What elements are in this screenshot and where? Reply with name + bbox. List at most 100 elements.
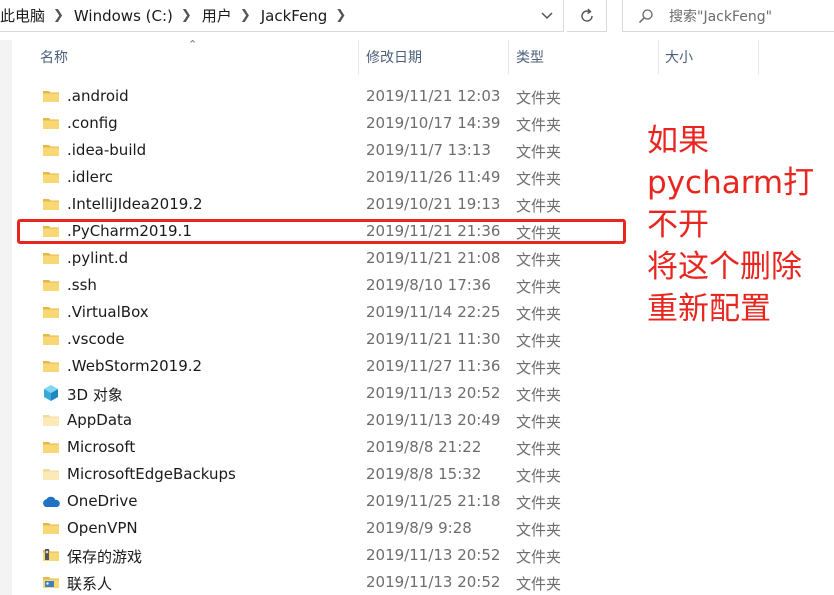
file-row[interactable]: 联系人 2019/11/13 20:52 文件夹 bbox=[28, 569, 628, 595]
folder-icon bbox=[42, 142, 60, 158]
file-date-modified: 2019/11/13 20:52 bbox=[366, 573, 501, 591]
chevron-right-icon[interactable]: ❯ bbox=[232, 8, 259, 23]
file-date-modified: 2019/8/8 21:22 bbox=[366, 438, 482, 456]
chevron-right-icon[interactable]: ❯ bbox=[327, 8, 354, 23]
file-row[interactable]: .pylint.d 2019/11/21 21:08 文件夹 bbox=[28, 245, 628, 272]
search-input[interactable]: 搜索"JackFeng" bbox=[622, 0, 834, 32]
chevron-right-icon[interactable]: ❯ bbox=[173, 8, 200, 23]
file-date-modified: 2019/11/13 20:52 bbox=[366, 384, 501, 402]
chevron-down-icon bbox=[541, 12, 553, 20]
file-type: 文件夹 bbox=[516, 548, 562, 566]
column-header-date[interactable]: 修改日期 bbox=[366, 40, 508, 74]
file-date-modified: 2019/11/26 11:49 bbox=[366, 168, 501, 186]
annotation-text: 如果 pycharm打 不开 将这个删除 重新配置 bbox=[647, 120, 834, 330]
file-row[interactable]: .IntelliJIdea2019.2 2019/10/21 19:13 文件夹 bbox=[28, 191, 628, 218]
file-name: OneDrive bbox=[67, 492, 138, 510]
3d-objects-icon bbox=[42, 384, 60, 401]
column-headers: ⌃ 名称 修改日期 类型 大小 bbox=[28, 38, 834, 78]
file-row[interactable]: .idlerc 2019/11/26 11:49 文件夹 bbox=[28, 164, 628, 191]
file-row[interactable]: .VirtualBox 2019/11/14 22:25 文件夹 bbox=[28, 299, 628, 326]
file-name: .ssh bbox=[67, 276, 97, 294]
chevron-right-icon[interactable]: ❯ bbox=[45, 8, 72, 23]
file-name: .vscode bbox=[67, 330, 125, 348]
file-row[interactable]: .android 2019/11/21 12:03 文件夹 bbox=[28, 83, 628, 110]
file-date-modified: 2019/11/7 13:13 bbox=[366, 141, 491, 159]
file-date-modified: 2019/11/25 21:18 bbox=[366, 492, 501, 510]
annotation-line: 如果 bbox=[647, 123, 709, 159]
file-row[interactable]: OpenVPN 2019/8/9 9:28 文件夹 bbox=[28, 515, 628, 542]
address-dropdown-button[interactable] bbox=[537, 6, 557, 26]
refresh-icon bbox=[580, 8, 593, 22]
file-type: 文件夹 bbox=[516, 89, 562, 107]
breadcrumb-users[interactable]: 用户 bbox=[200, 5, 232, 26]
file-type: 文件夹 bbox=[516, 494, 562, 512]
column-divider[interactable] bbox=[358, 40, 359, 74]
folder-faded-icon bbox=[42, 466, 60, 482]
file-name: 联系人 bbox=[67, 575, 113, 593]
breadcrumb-drive-c[interactable]: Windows (C:) bbox=[72, 7, 173, 25]
file-name: 3D 对象 bbox=[67, 386, 123, 404]
file-row[interactable]: OneDrive 2019/11/25 21:18 文件夹 bbox=[28, 488, 628, 515]
column-divider[interactable] bbox=[508, 40, 509, 74]
breadcrumb-jackfeng[interactable]: JackFeng bbox=[259, 7, 328, 25]
file-date-modified: 2019/11/14 22:25 bbox=[366, 303, 501, 321]
file-row[interactable]: Microsoft 2019/8/8 21:22 文件夹 bbox=[28, 434, 628, 461]
annotation-line: 不开 bbox=[647, 207, 709, 243]
file-name: .idlerc bbox=[67, 168, 113, 186]
file-date-modified: 2019/8/9 9:28 bbox=[366, 519, 472, 537]
file-name: .android bbox=[67, 87, 129, 105]
search-placeholder: 搜索"JackFeng" bbox=[669, 8, 773, 25]
file-row[interactable]: .WebStorm2019.2 2019/11/27 11:36 文件夹 bbox=[28, 353, 628, 380]
breadcrumb-this-pc[interactable]: 此电脑 bbox=[0, 5, 45, 26]
file-date-modified: 2019/11/13 20:49 bbox=[366, 411, 501, 429]
column-header-type[interactable]: 类型 bbox=[516, 40, 658, 74]
file-date-modified: 2019/11/27 11:36 bbox=[366, 357, 501, 375]
search-icon bbox=[631, 8, 661, 24]
navigation-pane-edge bbox=[0, 40, 12, 595]
file-row[interactable]: MicrosoftEdgeBackups 2019/8/8 15:32 文件夹 bbox=[28, 461, 628, 488]
onedrive-icon bbox=[41, 495, 60, 511]
file-name: MicrosoftEdgeBackups bbox=[67, 465, 236, 483]
file-date-modified: 2019/10/17 14:39 bbox=[366, 114, 501, 132]
address-bar[interactable]: 此电脑 ❯ Windows (C:) ❯ 用户 ❯ JackFeng ❯ bbox=[0, 0, 564, 32]
file-date-modified: 2019/8/10 17:36 bbox=[366, 276, 491, 294]
column-divider[interactable] bbox=[658, 40, 659, 74]
folder-icon bbox=[42, 169, 60, 185]
file-date-modified: 2019/11/21 11:30 bbox=[366, 330, 501, 348]
annotation-line: 重新配置 bbox=[647, 291, 771, 327]
folder-icon bbox=[42, 358, 60, 374]
file-type: 文件夹 bbox=[516, 305, 562, 323]
file-name: Microsoft bbox=[67, 438, 136, 456]
file-type: 文件夹 bbox=[516, 251, 562, 269]
folder-icon bbox=[42, 196, 60, 212]
file-date-modified: 2019/10/21 19:13 bbox=[366, 195, 501, 213]
file-row[interactable]: AppData 2019/11/13 20:49 文件夹 bbox=[28, 407, 628, 434]
column-divider[interactable] bbox=[758, 40, 759, 74]
saved-games-icon bbox=[42, 547, 60, 563]
file-type: 文件夹 bbox=[516, 386, 562, 404]
file-row[interactable]: 保存的游戏 2019/11/13 20:52 文件夹 bbox=[28, 542, 628, 569]
column-header-name[interactable]: 名称 bbox=[40, 40, 358, 74]
file-name: .IntelliJIdea2019.2 bbox=[67, 195, 203, 213]
file-date-modified: 2019/11/21 12:03 bbox=[366, 87, 501, 105]
file-type: 文件夹 bbox=[516, 143, 562, 161]
file-name: .config bbox=[67, 114, 118, 132]
file-type: 文件夹 bbox=[516, 521, 562, 539]
file-row[interactable]: .ssh 2019/8/10 17:36 文件夹 bbox=[28, 272, 628, 299]
file-name: OpenVPN bbox=[67, 519, 138, 537]
file-type: 文件夹 bbox=[516, 332, 562, 350]
file-list: .android 2019/11/21 12:03 文件夹 .config 2019/1… bbox=[28, 83, 628, 595]
file-row[interactable]: 3D 对象 2019/11/13 20:52 文件夹 bbox=[28, 380, 628, 407]
file-row[interactable]: .vscode 2019/11/21 11:30 文件夹 bbox=[28, 326, 628, 353]
file-name: 保存的游戏 bbox=[67, 548, 143, 566]
file-row[interactable]: .config 2019/10/17 14:39 文件夹 bbox=[28, 110, 628, 137]
file-type: 文件夹 bbox=[516, 278, 562, 296]
refresh-button[interactable] bbox=[567, 0, 607, 32]
file-date-modified: 2019/8/8 15:32 bbox=[366, 465, 482, 483]
file-name: .idea-build bbox=[67, 141, 147, 159]
column-header-size[interactable]: 大小 bbox=[665, 40, 757, 74]
file-row[interactable]: .idea-build 2019/11/7 13:13 文件夹 bbox=[28, 137, 628, 164]
file-date-modified: 2019/11/21 21:08 bbox=[366, 249, 501, 267]
folder-icon bbox=[42, 331, 60, 347]
annotation-line: 将这个删除 bbox=[647, 249, 802, 285]
